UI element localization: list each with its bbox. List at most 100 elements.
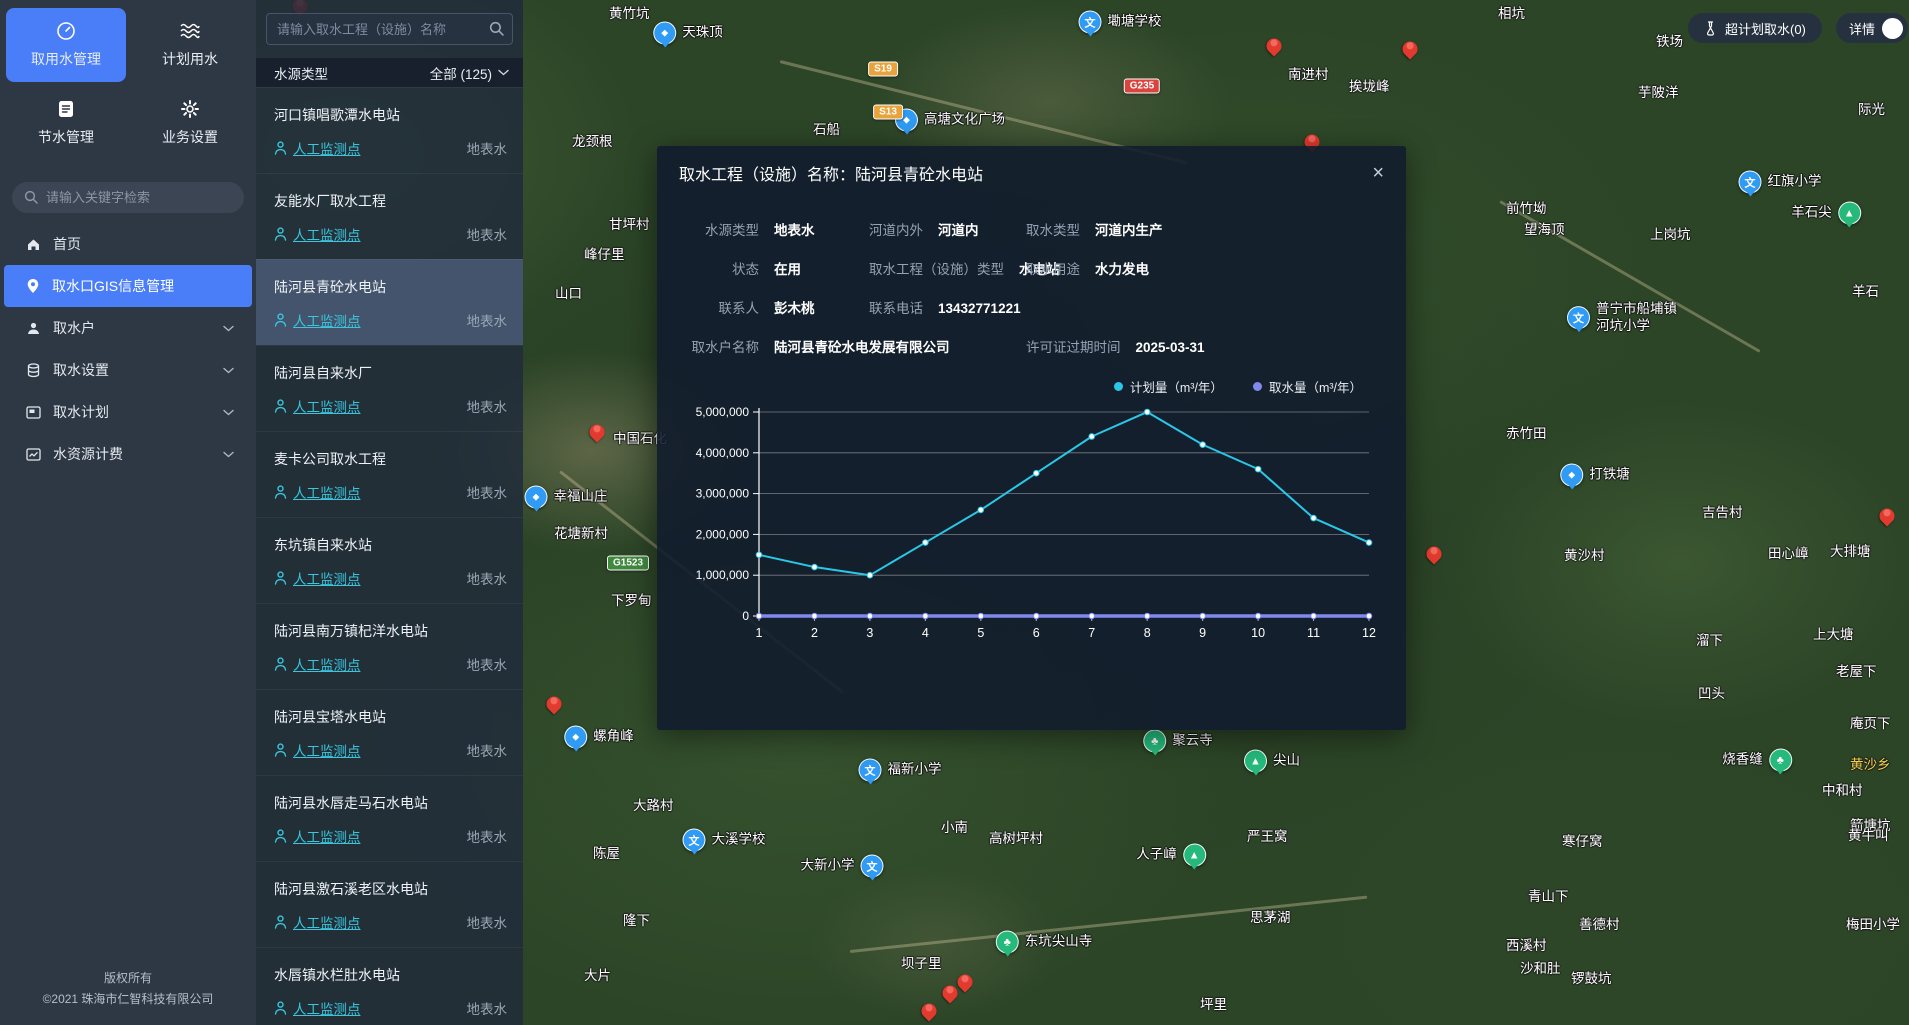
- station-list-item[interactable]: 水唇镇水栏肚水电站 人工监测点 地表水: [256, 947, 523, 1025]
- map-poi-school[interactable]: 文福新小学: [859, 759, 942, 782]
- map-poi-temple[interactable]: ♣聚云寺: [1143, 730, 1213, 753]
- intake-point-pin[interactable]: [958, 975, 973, 990]
- station-list-item[interactable]: 河口镇唱歌潭水电站 人工监测点 地表水: [256, 87, 523, 173]
- red-pin-icon[interactable]: [543, 693, 564, 714]
- station-list-item[interactable]: 陆河县青砼水电站 人工监测点 地表水: [256, 259, 523, 345]
- person-icon: [274, 743, 287, 757]
- legend-item-plan[interactable]: 计划量（m³/年）: [1114, 377, 1223, 396]
- menu-item-intake-settings[interactable]: 取水设置: [4, 349, 252, 391]
- station-search-input[interactable]: [266, 13, 513, 45]
- station-list-item[interactable]: 陆河县激石溪老区水电站 人工监测点 地表水: [256, 861, 523, 947]
- map-poi-temple[interactable]: ♣东坑尖山寺: [996, 931, 1093, 954]
- peak-marker-icon[interactable]: ▲: [1838, 202, 1861, 225]
- intake-point-pin[interactable]: [1880, 509, 1895, 524]
- red-pin-icon[interactable]: [918, 1000, 939, 1021]
- intake-point-pin[interactable]: [590, 425, 605, 440]
- menu-item-water-billing[interactable]: 水资源计费: [4, 433, 252, 475]
- map-poi-poi[interactable]: ◆打铁塘: [1560, 464, 1630, 487]
- map-poi-temple[interactable]: ♣烧香缝: [1722, 749, 1792, 772]
- station-list-item[interactable]: 陆河县水唇走马石水电站 人工监测点 地表水: [256, 775, 523, 861]
- school-marker-icon[interactable]: 文: [1739, 171, 1762, 194]
- red-pin-icon[interactable]: [954, 971, 975, 992]
- map-poi-school[interactable]: 文红旗小学: [1739, 171, 1822, 194]
- school-marker-icon[interactable]: 文: [1567, 307, 1590, 330]
- intake-point-pin[interactable]: [547, 697, 562, 712]
- module-business-settings[interactable]: 业务设置: [130, 86, 250, 160]
- map-poi-school[interactable]: 文墈塘学校: [1079, 11, 1162, 34]
- temple-marker-icon[interactable]: ♣: [996, 931, 1019, 954]
- poi-marker-icon[interactable]: ◆: [564, 726, 587, 749]
- station-list-item[interactable]: 麦卡公司取水工程 人工监测点 地表水: [256, 431, 523, 517]
- map-poi-school[interactable]: 文普宁市船埔镇河坑小学: [1567, 301, 1677, 335]
- map-poi-poi[interactable]: ◆螺角峰: [564, 726, 634, 749]
- intake-point-pin[interactable]: [943, 986, 958, 1001]
- menu-item-intake-gis[interactable]: 取水口GIS信息管理: [4, 265, 252, 307]
- map-place-label: 思茅湖: [1250, 906, 1291, 926]
- keyword-search-input[interactable]: [12, 182, 244, 213]
- poi-marker-icon[interactable]: ◆: [525, 486, 548, 509]
- intake-point-pin[interactable]: [1267, 39, 1282, 54]
- poi-marker-icon[interactable]: ◆: [653, 22, 676, 45]
- monitor-type-link[interactable]: 人工监测点: [293, 138, 361, 158]
- station-name: 河口镇唱歌潭水电站: [274, 105, 507, 125]
- module-water-saving[interactable]: 节水管理: [6, 86, 126, 160]
- monitor-type-link[interactable]: 人工监测点: [293, 568, 361, 588]
- poi-marker-icon[interactable]: ◆: [1560, 464, 1583, 487]
- temple-marker-icon[interactable]: ♣: [1143, 730, 1166, 753]
- school-marker-icon[interactable]: 文: [859, 759, 882, 782]
- red-pin-icon[interactable]: [586, 421, 607, 442]
- red-pin-icon[interactable]: [1876, 505, 1897, 526]
- monitor-type-link[interactable]: 人工监测点: [293, 224, 361, 244]
- red-pin-icon[interactable]: [1263, 35, 1284, 56]
- red-pin-icon[interactable]: [1399, 38, 1420, 59]
- menu-item-intake-plan[interactable]: 取水计划: [4, 391, 252, 433]
- close-icon[interactable]: ×: [1372, 163, 1384, 183]
- map-place-label: 相坑: [1498, 2, 1525, 22]
- intake-point-pin[interactable]: [1403, 42, 1418, 57]
- monitor-type-link[interactable]: 人工监测点: [293, 654, 361, 674]
- filter-dropdown[interactable]: 全部 (125): [430, 63, 509, 83]
- peak-marker-icon[interactable]: ▲: [1244, 750, 1267, 773]
- map-poi-school[interactable]: 文大新小学: [801, 855, 884, 878]
- station-list-item[interactable]: 陆河县宝塔水电站 人工监测点 地表水: [256, 689, 523, 775]
- station-list-item[interactable]: 东坑镇自来水站 人工监测点 地表水: [256, 517, 523, 603]
- map-poi-poi[interactable]: ◆幸福山庄: [525, 486, 608, 509]
- menu-item-water-users[interactable]: 取水户: [4, 307, 252, 349]
- menu-item-home[interactable]: 首页: [4, 223, 252, 265]
- map-poi-poi[interactable]: ◆高塘文化广场: [895, 109, 1005, 132]
- temple-marker-icon[interactable]: ♣: [1769, 749, 1792, 772]
- monitor-type-link[interactable]: 人工监测点: [293, 826, 361, 846]
- over-plan-alarm-button[interactable]: 超计划取水(0): [1688, 13, 1822, 43]
- map-poi-peak[interactable]: ▲尖山: [1244, 750, 1300, 773]
- map-place-label: 芋陂洋: [1638, 81, 1679, 101]
- map-poi-peak[interactable]: ▲羊石尖: [1791, 202, 1861, 225]
- module-planned-water[interactable]: 计划用水: [130, 8, 250, 82]
- detail-toggle[interactable]: 详情: [1836, 13, 1908, 43]
- red-pin-icon[interactable]: [939, 982, 960, 1003]
- field-value: 河道内: [938, 219, 979, 239]
- map-poi-poi[interactable]: ◆天珠顶: [653, 22, 723, 45]
- peak-marker-icon[interactable]: ▲: [1183, 844, 1206, 867]
- station-list-item[interactable]: 陆河县南万镇杞洋水电站 人工监测点 地表水: [256, 603, 523, 689]
- monitor-type-link[interactable]: 人工监测点: [293, 482, 361, 502]
- legend-item-actual[interactable]: 取水量（m³/年）: [1253, 377, 1362, 396]
- intake-point-pin[interactable]: [1427, 547, 1442, 562]
- map-poi-school[interactable]: 文大溪学校: [683, 829, 766, 852]
- school-marker-icon[interactable]: 文: [1079, 11, 1102, 34]
- school-marker-icon[interactable]: 文: [683, 829, 706, 852]
- module-water-intake-mgmt[interactable]: 取用水管理: [6, 8, 126, 82]
- intake-point-pin[interactable]: [922, 1004, 937, 1019]
- monitor-type-link[interactable]: 人工监测点: [293, 396, 361, 416]
- monitor-type-link[interactable]: 人工监测点: [293, 912, 361, 932]
- station-list-item[interactable]: 友能水厂取水工程 人工监测点 地表水: [256, 173, 523, 259]
- svg-text:3: 3: [866, 626, 873, 640]
- school-marker-icon[interactable]: 文: [861, 855, 884, 878]
- toggle-knob[interactable]: [1882, 18, 1903, 39]
- monitor-type-link[interactable]: 人工监测点: [293, 310, 361, 330]
- svg-text:2: 2: [811, 626, 818, 640]
- monitor-type-link[interactable]: 人工监测点: [293, 998, 361, 1018]
- station-list-item[interactable]: 陆河县自来水厂 人工监测点 地表水: [256, 345, 523, 431]
- map-poi-peak[interactable]: ▲人子嶂: [1136, 844, 1206, 867]
- monitor-type-link[interactable]: 人工监测点: [293, 740, 361, 760]
- red-pin-icon[interactable]: [1423, 543, 1444, 564]
